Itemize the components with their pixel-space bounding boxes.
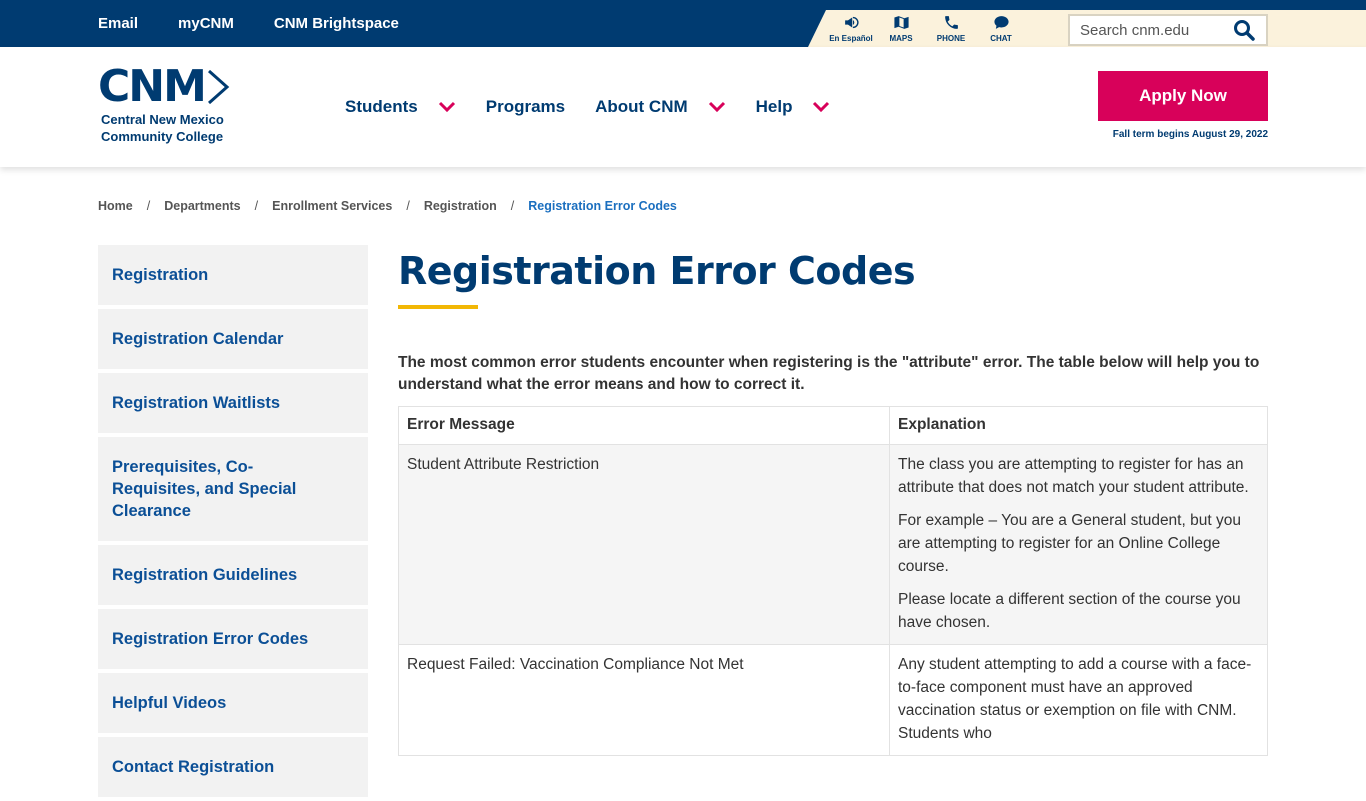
breadcrumb-separator: / — [254, 199, 259, 213]
table-header-row: Error Message Explanation — [398, 406, 1268, 445]
chat-label: CHAT — [990, 34, 1012, 43]
logo-mark: CNM — [98, 65, 258, 109]
logo-letters: CNM — [98, 61, 207, 112]
phone-label: PHONE — [936, 34, 966, 43]
sidebar-item-contact[interactable]: Contact Registration — [98, 737, 368, 797]
main-content: Registration Error Codes The most common… — [398, 245, 1268, 756]
intro-text: The most common error students encounter… — [398, 354, 1260, 393]
chevron-down-icon — [438, 101, 455, 113]
logo-line1: Central New Mexico — [101, 112, 224, 127]
sidebar-item-videos[interactable]: Helpful Videos — [98, 673, 368, 733]
error-codes-table: Error Message Explanation Student Attrib… — [398, 406, 1268, 756]
explanation-paragraph: Please locate a different section of the… — [898, 591, 1241, 631]
breadcrumb-home[interactable]: Home — [98, 199, 133, 213]
explanation-paragraph: For example – You are a General student,… — [898, 512, 1241, 575]
breadcrumb-separator: / — [510, 199, 515, 213]
nav-help[interactable]: Help — [756, 97, 831, 117]
sidebar-item-error-codes[interactable]: Registration Error Codes — [98, 609, 368, 669]
nav-students[interactable]: Students — [345, 97, 456, 117]
explanation-paragraph: The class you are attempting to register… — [898, 456, 1249, 496]
sidebar-item-calendar[interactable]: Registration Calendar — [98, 309, 368, 369]
logo-line2: Community College — [101, 129, 224, 144]
main-nav: Students Programs About CNM Help — [345, 97, 860, 117]
error-message-cell: Request Failed: Vaccination Compliance N… — [398, 644, 890, 756]
brightspace-link[interactable]: CNM Brightspace — [274, 15, 399, 32]
chevron-down-icon — [813, 101, 830, 113]
site-header: CNM Central New Mexico Community College… — [0, 47, 1366, 167]
error-message-cell: Student Attribute Restriction — [398, 444, 890, 645]
espanol-button[interactable]: En Español — [826, 14, 876, 43]
chat-button[interactable]: CHAT — [976, 14, 1026, 43]
breadcrumb-enrollment[interactable]: Enrollment Services — [272, 199, 392, 213]
search-icon[interactable] — [1232, 18, 1256, 42]
mycnm-link[interactable]: myCNM — [178, 15, 234, 32]
nav-programs[interactable]: Programs — [486, 97, 565, 117]
sidebar-nav: Registration Registration Calendar Regis… — [98, 245, 368, 801]
phone-button[interactable]: PHONE — [926, 14, 976, 43]
term-note: Fall term begins August 29, 2022 — [1112, 129, 1268, 140]
nav-about[interactable]: About CNM — [595, 97, 726, 117]
chevron-down-icon — [708, 101, 725, 113]
sidebar-item-prerequisites[interactable]: Prerequisites, Co-Requisites, and Specia… — [98, 437, 368, 541]
sidebar-item-registration[interactable]: Registration — [98, 245, 368, 305]
maps-label: MAPS — [889, 34, 913, 43]
email-link[interactable]: Email — [98, 15, 138, 32]
page-title: Registration Error Codes — [398, 249, 916, 293]
logo-chevron-icon — [207, 69, 230, 105]
sidebar-item-waitlists[interactable]: Registration Waitlists — [98, 373, 368, 433]
search-box — [1068, 14, 1268, 46]
map-icon — [893, 16, 909, 29]
apply-now-button[interactable]: Apply Now — [1098, 71, 1268, 121]
espanol-label: En Español — [829, 34, 873, 43]
utility-links: Email myCNM CNM Brightspace — [98, 0, 439, 47]
nav-programs-label: Programs — [485, 97, 566, 116]
nav-students-label: Students — [345, 97, 418, 116]
column-header-error-message: Error Message — [398, 406, 890, 445]
sidebar-item-guidelines[interactable]: Registration Guidelines — [98, 545, 368, 605]
search-input[interactable] — [1070, 21, 1230, 39]
breadcrumb-current: Registration Error Codes — [528, 199, 677, 213]
breadcrumb: Home / Departments / Enrollment Services… — [98, 199, 677, 213]
table-row: Request Failed: Vaccination Compliance N… — [398, 644, 1268, 756]
explanation-cell: The class you are attempting to register… — [889, 444, 1268, 645]
cnm-logo[interactable]: CNM Central New Mexico Community College — [98, 65, 258, 145]
phone-icon — [944, 16, 958, 29]
chat-icon — [993, 16, 1009, 29]
nav-about-label: About CNM — [595, 97, 688, 116]
utility-icons: En Español MAPS PHONE CHAT — [826, 14, 1026, 43]
megaphone-icon — [844, 16, 859, 29]
breadcrumb-registration[interactable]: Registration — [424, 199, 497, 213]
maps-button[interactable]: MAPS — [876, 14, 926, 43]
explanation-paragraph: Any student attempting to add a course w… — [898, 656, 1252, 742]
explanation-cell: Any student attempting to add a course w… — [889, 644, 1268, 756]
table-row: Student Attribute Restriction The class … — [398, 444, 1268, 645]
title-underline — [398, 305, 478, 309]
breadcrumb-separator: / — [406, 199, 410, 213]
breadcrumb-separator: / — [146, 199, 151, 213]
breadcrumb-departments[interactable]: Departments — [164, 199, 240, 213]
column-header-explanation: Explanation — [889, 406, 1268, 445]
nav-help-label: Help — [755, 97, 793, 116]
